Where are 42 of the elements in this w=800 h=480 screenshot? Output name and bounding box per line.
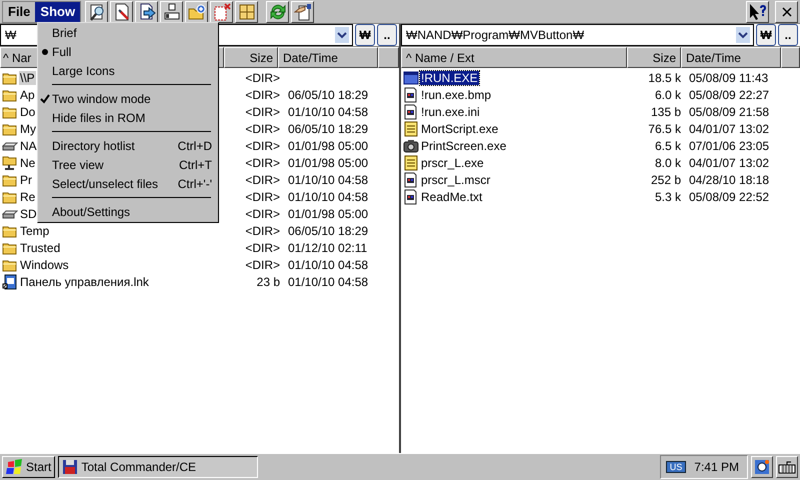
- file-size: <DIR>: [245, 138, 280, 152]
- file-date: 04/01/07 13:02: [689, 156, 770, 170]
- file-size: 5.3 k: [654, 190, 681, 204]
- file-date: 06/05/10 18:29: [288, 88, 368, 102]
- clock: 7:41 PM: [694, 460, 739, 474]
- file-size: 135 b: [650, 104, 681, 118]
- file-date: 01/01/98 05:00: [288, 138, 368, 152]
- file-date: 05/08/09 11:43: [689, 70, 768, 84]
- file-size: 8.0 k: [654, 156, 681, 170]
- file-date: 06/05/10 18:29: [288, 224, 368, 238]
- file-date: 05/08/09 21:58: [689, 104, 770, 118]
- file-size: 252 b: [650, 172, 681, 186]
- file-date: 01/12/10 02:11: [288, 240, 368, 254]
- file-size: <DIR>: [245, 258, 280, 272]
- file-size: 23 b: [256, 274, 280, 288]
- file-size: 6.5 k: [654, 138, 681, 152]
- file-size: <DIR>: [245, 190, 280, 204]
- file-size: <DIR>: [245, 70, 280, 84]
- file-size: <DIR>: [245, 224, 280, 238]
- file-date: 01/10/10 04:58: [288, 104, 368, 118]
- file-size: <DIR>: [245, 206, 280, 220]
- file-size: <DIR>: [245, 156, 280, 170]
- file-date: 01/10/10 04:58: [288, 258, 368, 272]
- file-date: 05/08/09 22:27: [689, 88, 770, 102]
- file-date: 05/08/09 22:52: [689, 190, 770, 204]
- file-size: 6.0 k: [654, 88, 681, 102]
- file-date: 07/01/06 23:05: [689, 138, 770, 152]
- file-size: <DIR>: [245, 240, 280, 254]
- file-date: 06/05/10 18:29: [288, 122, 368, 136]
- file-date: 01/10/10 04:58: [288, 190, 368, 204]
- file-date: 04/01/07 13:02: [689, 122, 770, 136]
- file-size: <DIR>: [245, 104, 280, 118]
- file-size: <DIR>: [245, 172, 280, 186]
- file-size: 18.5 k: [648, 70, 681, 84]
- file-date: 01/01/98 05:00: [288, 206, 368, 220]
- file-size: <DIR>: [245, 122, 280, 136]
- file-date: 01/10/10 04:58: [288, 274, 368, 288]
- file-size: 76.5 k: [648, 122, 681, 136]
- file-date: 01/01/98 05:00: [288, 156, 368, 170]
- file-date: 04/28/10 18:18: [689, 172, 770, 186]
- file-size: <DIR>: [245, 88, 280, 102]
- file-date: 01/10/10 04:58: [288, 172, 368, 186]
